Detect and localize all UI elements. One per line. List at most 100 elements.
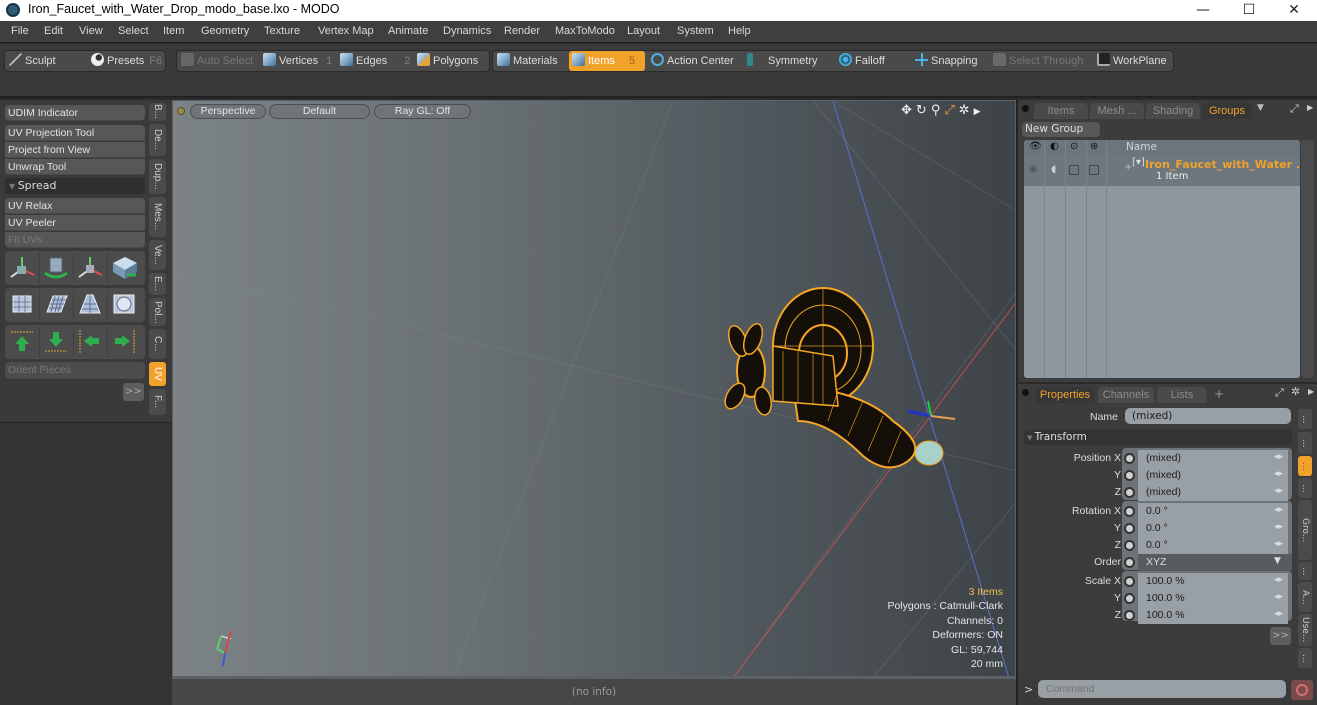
drag-value-arrows-icon[interactable]: ◂▸ [1274, 469, 1286, 480]
command-input[interactable] [1038, 680, 1286, 698]
viewport-options-dot[interactable] [177, 107, 185, 115]
property-value-field[interactable]: 100.0 % [1138, 573, 1288, 590]
auto-select-button[interactable]: Auto Select [181, 51, 253, 71]
animate-channel-dot[interactable] [1124, 470, 1135, 481]
uv-box-projection[interactable] [7, 290, 40, 320]
rotate-icon[interactable]: ↻ [916, 103, 931, 118]
menu-dynamics[interactable]: Dynamics [443, 25, 491, 37]
tab-channels[interactable]: Channels [1098, 387, 1154, 403]
properties-maximize-icon[interactable]: ⤢ [1275, 386, 1284, 400]
tab-shading[interactable]: Shading [1146, 103, 1200, 119]
groups-scrollbar[interactable] [1301, 140, 1314, 378]
menu-maxtomodo[interactable]: MaxToModo [555, 25, 615, 37]
render-icon[interactable]: ◐ [1050, 141, 1059, 152]
tab-dropdown-icon[interactable]: ▼ [1257, 103, 1264, 113]
animate-channel-dot[interactable] [1124, 523, 1135, 534]
orient-pieces-button[interactable]: Orient Pieces [5, 362, 145, 379]
menu-view[interactable]: View [79, 25, 103, 37]
animate-channel-dot[interactable] [1124, 557, 1135, 568]
row-lock-toggle[interactable] [1069, 165, 1079, 175]
properties-gear-icon[interactable]: ✲ [1291, 385, 1300, 398]
vtab-basic[interactable]: B... [149, 103, 166, 121]
menu-animate[interactable]: Animate [388, 25, 428, 37]
vertices-button[interactable]: Vertices 1 [263, 51, 332, 71]
name-field[interactable]: (mixed) [1125, 408, 1291, 424]
menu-texture[interactable]: Texture [264, 25, 300, 37]
vtab-fusion[interactable]: F... [149, 389, 166, 415]
settings-gear-icon[interactable]: ✲ [959, 103, 974, 118]
add-tab-button[interactable]: + [1214, 387, 1224, 401]
animate-channel-dot[interactable] [1124, 487, 1135, 498]
animate-channel-dot[interactable] [1124, 576, 1135, 587]
rotation-order-select[interactable]: XYZ [1138, 554, 1292, 571]
panel-maximize-icon[interactable]: ⤢ [1290, 102, 1299, 116]
menu-select[interactable]: Select [118, 25, 149, 37]
menu-render[interactable]: Render [504, 25, 540, 37]
side-tab-active[interactable]: ... [1298, 456, 1312, 476]
expand-arrow-icon[interactable]: ▶ [974, 107, 985, 117]
sculpt-button[interactable]: Sculpt [9, 51, 56, 71]
fit-uvs-button[interactable]: Fit UVs [5, 232, 145, 248]
udim-indicator-button[interactable]: UDIM Indicator [5, 105, 145, 121]
snapping-button[interactable]: Snapping [915, 51, 978, 71]
polygons-button[interactable]: Polygons [417, 51, 478, 71]
vtab-mesh-edit[interactable]: Mes... [149, 197, 166, 237]
property-value-field[interactable]: 100.0 % [1138, 590, 1288, 607]
action-center-button[interactable]: Action Center [651, 51, 734, 71]
menu-geometry[interactable]: Geometry [201, 25, 249, 37]
side-tab-groups[interactable]: Gro... [1298, 500, 1312, 560]
vtab-curve[interactable]: C... [149, 329, 166, 359]
side-tab-9[interactable]: ... [1298, 648, 1312, 668]
property-value-field[interactable]: 0.0 ° [1138, 537, 1288, 554]
side-tab-1[interactable]: ... [1298, 409, 1312, 429]
tab-properties[interactable]: Properties [1036, 387, 1094, 403]
spread-section[interactable]: ▼ Spread [5, 178, 145, 194]
falloff-button[interactable]: Falloff [839, 51, 885, 71]
view-type-button[interactable]: Perspective [190, 104, 266, 119]
menu-item[interactable]: Item [163, 25, 184, 37]
tab-groups[interactable]: Groups [1202, 103, 1252, 119]
minimize-button[interactable]: — [1180, 0, 1226, 21]
property-value-field[interactable]: (mixed) [1138, 484, 1288, 501]
record-macro-button[interactable] [1291, 680, 1313, 700]
menu-file[interactable]: File [11, 25, 29, 37]
uv-projection-tool-button[interactable]: UV Projection Tool [5, 125, 145, 141]
maximize-view-icon[interactable]: ⤢ [944, 103, 958, 118]
close-button[interactable]: ✕ [1271, 0, 1317, 21]
drag-value-arrows-icon[interactable]: ◂▸ [1274, 575, 1286, 586]
menu-edit[interactable]: Edit [44, 25, 63, 37]
shading-style-button[interactable]: Default [269, 104, 370, 119]
side-tab-2[interactable]: ... [1298, 432, 1312, 454]
workplane-button[interactable]: WorkPlane [1097, 51, 1167, 71]
property-value-field[interactable]: 0.0 ° [1138, 520, 1288, 537]
tab-lists[interactable]: Lists [1157, 387, 1207, 403]
unwrap-tool-button[interactable]: Unwrap Tool [5, 159, 145, 175]
select-icon[interactable]: ⊛ [1090, 141, 1098, 152]
new-group-button[interactable]: New Group [1022, 122, 1100, 137]
visibility-eye-icon[interactable]: 👁 [1029, 141, 1042, 152]
align-top-button[interactable] [7, 327, 40, 357]
side-tab-6[interactable]: ... [1298, 562, 1312, 580]
vtab-uv[interactable]: UV [149, 362, 166, 386]
menu-vertex-map[interactable]: Vertex Map [318, 25, 374, 37]
menu-system[interactable]: System [677, 25, 714, 37]
menu-layout[interactable]: Layout [627, 25, 660, 37]
drag-value-arrows-icon[interactable]: ◂▸ [1274, 609, 1286, 620]
animate-channel-dot[interactable] [1124, 453, 1135, 464]
project-from-view-button[interactable]: Project from View [5, 142, 145, 158]
row-render-icon[interactable]: ◖ [1051, 164, 1056, 175]
uv-transform-tool[interactable] [7, 253, 40, 283]
lock-icon[interactable]: ⊙ [1070, 141, 1078, 152]
drag-value-arrows-icon[interactable]: ◂▸ [1274, 452, 1286, 463]
vtab-duplicate[interactable]: Dup... [149, 159, 166, 194]
uv-perspective-projection[interactable] [75, 290, 108, 320]
vtab-vertex[interactable]: Ve... [149, 240, 166, 270]
materials-button[interactable]: Materials [497, 51, 558, 71]
property-value-field[interactable]: (mixed) [1138, 450, 1288, 467]
dropdown-arrow-icon[interactable]: ▼ [1274, 556, 1286, 567]
zoom-icon[interactable]: ⚲ [931, 103, 945, 118]
side-tab-user[interactable]: Use... [1298, 614, 1312, 646]
items-button[interactable]: Items 5 [569, 51, 645, 71]
drag-value-arrows-icon[interactable]: ◂▸ [1274, 486, 1286, 497]
animate-channel-dot[interactable] [1124, 593, 1135, 604]
